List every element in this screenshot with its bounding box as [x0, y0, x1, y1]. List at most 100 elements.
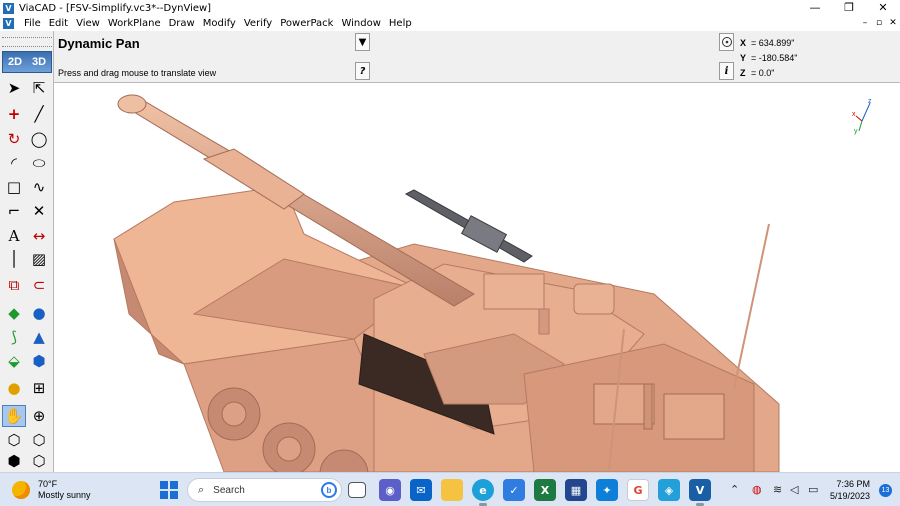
cube-view-icon[interactable]: ⬡	[27, 429, 51, 451]
search-placeholder: Search	[213, 484, 245, 496]
tool-name: Dynamic Pan	[58, 36, 140, 51]
doc-restore-button[interactable]: ▫	[872, 16, 886, 31]
transform-icon[interactable]: ⧉	[2, 274, 26, 296]
viacad-taskbar-icon[interactable]: V	[689, 479, 711, 506]
2d-3d-toggle[interactable]: 2D 3D	[2, 51, 52, 73]
wifi-icon[interactable]: ≋	[773, 483, 782, 496]
meet-icon[interactable]: ◉	[379, 479, 401, 501]
minimize-button[interactable]: —	[798, 0, 832, 16]
menu-workplane[interactable]: WorkPlane	[104, 18, 165, 29]
view-options-icon[interactable]: ⬡	[27, 450, 51, 472]
weather-desc: Mostly sunny	[38, 490, 91, 500]
light-bulb-icon[interactable]: ●	[2, 377, 26, 399]
layers-icon[interactable]: ⊞	[27, 377, 51, 399]
zoom-icon[interactable]: ⊕	[27, 405, 51, 427]
axis-x-label: x	[852, 111, 856, 118]
x-label: X	[740, 38, 747, 48]
menu-view[interactable]: View	[72, 18, 104, 29]
app-blue-icon[interactable]: ✦	[596, 479, 618, 501]
volume-icon[interactable]: ◁	[790, 483, 798, 496]
info-icon[interactable]: i	[719, 62, 734, 80]
window-title: ViaCAD - [FSV-Simplify.vc3*--DynView]	[19, 2, 212, 14]
3d-viewport[interactable]: z x y	[54, 84, 900, 472]
axis-triad: z x y	[852, 98, 872, 135]
menu-verify[interactable]: Verify	[240, 18, 276, 29]
file-explorer-icon[interactable]	[441, 479, 463, 501]
axis-y-label: y	[854, 128, 858, 135]
weather-widget[interactable]: 70°F Mostly sunny	[12, 479, 91, 501]
chrome-icon[interactable]: G	[627, 479, 649, 501]
solid-primitive-icon[interactable]: ▲	[27, 326, 51, 348]
clock[interactable]: 7:36 PM 5/19/2023	[830, 478, 870, 502]
security-icon[interactable]: ◍	[752, 483, 762, 496]
menu-draw[interactable]: Draw	[165, 18, 199, 29]
mode-2d-label[interactable]: 2D	[8, 56, 22, 68]
menu-edit[interactable]: Edit	[45, 18, 72, 29]
close-button[interactable]: ✕	[866, 0, 900, 16]
excel-icon[interactable]: X	[534, 479, 556, 501]
tool-options-dropdown-icon[interactable]: ▼	[355, 33, 370, 51]
chevron-up-icon[interactable]: ⌃	[730, 483, 739, 496]
loft-icon[interactable]: ⟆	[2, 326, 26, 348]
select-outline-arrow-icon[interactable]: ⇱	[27, 77, 51, 99]
rectangle-icon[interactable]: □	[2, 176, 26, 198]
help-icon[interactable]: ?	[355, 62, 370, 80]
mode-3d-label[interactable]: 3D	[32, 56, 46, 68]
task-view-icon[interactable]	[348, 482, 366, 498]
edge-icon[interactable]: e	[472, 479, 494, 506]
point-icon[interactable]: +	[2, 103, 26, 125]
menu-file[interactable]: File	[20, 18, 45, 29]
menu-window[interactable]: Window	[337, 18, 384, 29]
sphere-icon[interactable]: ●	[27, 302, 51, 324]
windows-taskbar: 70°F Mostly sunny ⌕ Search b ◉ ✉ e ✓ X ▦…	[0, 472, 900, 506]
target-icon[interactable]	[719, 33, 734, 51]
arc-icon[interactable]: ↻	[2, 128, 26, 150]
box-icon[interactable]: ⬢	[27, 350, 51, 372]
ellipse-icon[interactable]: ⬭	[27, 152, 51, 174]
maximize-button[interactable]: ❐	[832, 0, 866, 16]
dimension-icon[interactable]: ↔	[27, 225, 51, 247]
text-icon[interactable]: A	[2, 225, 26, 247]
vertical-line-icon[interactable]: │	[2, 248, 26, 270]
hatch-icon[interactable]: ▨	[27, 248, 51, 270]
search-icon: ⌕	[198, 483, 205, 496]
select-arrow-icon[interactable]: ➤	[2, 77, 26, 99]
menu-modify[interactable]: Modify	[199, 18, 240, 29]
line-icon[interactable]: ╱	[27, 103, 51, 125]
tank-model: z x y	[113, 94, 872, 472]
spline-icon[interactable]: ∿	[27, 176, 51, 198]
x-value: = 634.899"	[751, 38, 795, 48]
fillet-icon[interactable]: ⌐	[2, 200, 26, 222]
viacad-app-icon[interactable]: V	[3, 2, 14, 14]
dynamic-pan-icon[interactable]: ✋	[2, 405, 26, 427]
bing-icon[interactable]: b	[321, 482, 337, 498]
notification-badge[interactable]: 13	[879, 484, 892, 497]
iso-view-icon[interactable]: ⬡	[2, 429, 26, 451]
mail-icon[interactable]: ✉	[410, 479, 432, 501]
tool-palette: 2D 3D ➤ ⇱ + ╱ ↻ ◯ ◜ ⬭ □ ∿ ⌐ ✕ A ↔ │ ▨ ⧉ …	[0, 31, 54, 472]
z-label: Z	[740, 68, 746, 78]
battery-icon[interactable]: ▭	[808, 483, 818, 496]
todo-icon[interactable]: ✓	[503, 479, 525, 501]
axis-z-label: z	[868, 98, 872, 105]
render-icon[interactable]: ⬢	[2, 450, 26, 472]
document-menu-icon[interactable]: V	[3, 18, 14, 29]
arc-3pt-icon[interactable]: ◜	[2, 152, 26, 174]
extrude-icon[interactable]: ⬙	[2, 350, 26, 372]
menu-help[interactable]: Help	[385, 18, 416, 29]
trim-icon[interactable]: ✕	[27, 200, 51, 222]
store-icon[interactable]: ▦	[565, 479, 587, 501]
toolbar-grip[interactable]	[2, 37, 52, 47]
surface-icon[interactable]: ◆	[2, 302, 26, 324]
magnet-snap-icon[interactable]: ⊂	[27, 274, 51, 296]
start-button[interactable]	[160, 481, 178, 499]
z-value: = 0.0"	[751, 68, 775, 78]
doc-close-button[interactable]: ✕	[886, 16, 900, 31]
taskbar-search[interactable]: ⌕ Search b	[187, 478, 342, 502]
photos-icon[interactable]: ◈	[658, 479, 680, 501]
doc-minimize-button[interactable]: –	[858, 16, 872, 31]
circle-icon[interactable]: ◯	[27, 128, 51, 150]
clock-date: 5/19/2023	[829, 491, 870, 501]
clock-time: 7:36 PM	[836, 479, 870, 489]
menu-powerpack[interactable]: PowerPack	[276, 18, 337, 29]
